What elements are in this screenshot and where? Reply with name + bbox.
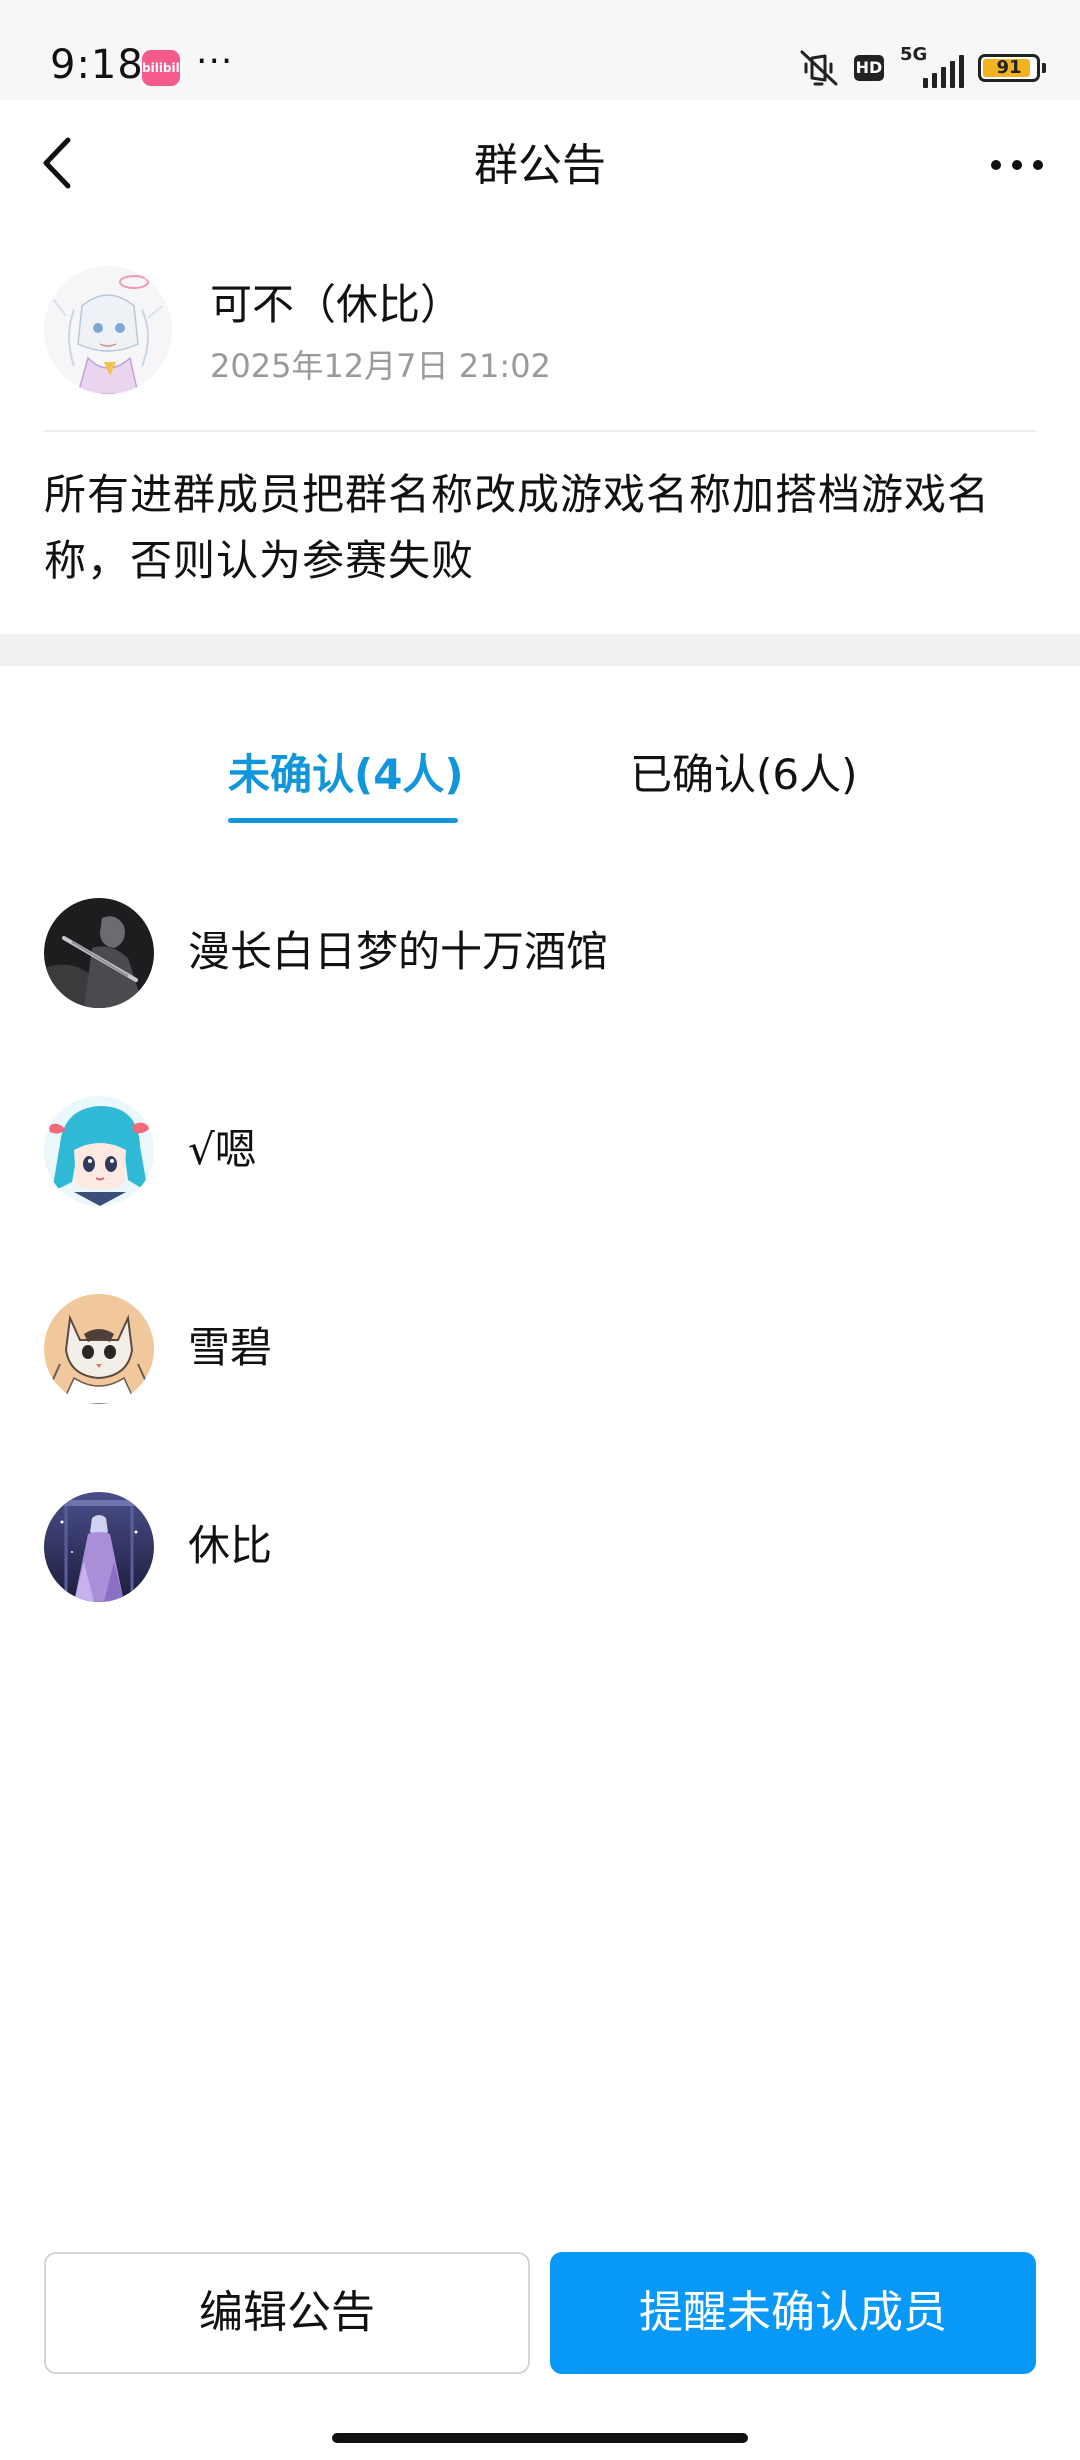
home-indicator[interactable] bbox=[332, 2433, 748, 2443]
status-more-icon: ··· bbox=[196, 41, 234, 82]
member-name: 雪碧 bbox=[188, 1323, 273, 1372]
remind-unconfirmed-button[interactable]: 提醒未确认成员 bbox=[550, 2252, 1036, 2374]
avatar bbox=[44, 898, 154, 1008]
avatar bbox=[44, 1096, 154, 1206]
avatar-image bbox=[44, 266, 172, 394]
section-separator bbox=[0, 634, 1080, 666]
mute-icon bbox=[798, 48, 840, 88]
member-name: 漫长白日梦的十万酒馆 bbox=[188, 927, 609, 976]
author-name: 可不（休比） bbox=[210, 280, 463, 329]
screen: 9:18 bilibili ··· HD 5G 91 群公告 可不（休比） 20… bbox=[0, 0, 1080, 2460]
list-item[interactable]: 雪碧 bbox=[0, 1286, 1080, 1484]
nav-bar: 群公告 bbox=[0, 100, 1080, 230]
member-name: 休比 bbox=[188, 1521, 273, 1570]
avatar bbox=[44, 1294, 154, 1404]
member-list: 漫长白日梦的十万酒馆 √嗯 雪碧 休比 bbox=[0, 890, 1080, 1682]
member-avatar-image bbox=[44, 1492, 154, 1602]
status-time: 9:18 bbox=[50, 42, 144, 88]
status-bar: 9:18 bilibili ··· HD 5G 91 bbox=[0, 0, 1080, 100]
member-name: √嗯 bbox=[188, 1125, 257, 1174]
avatar bbox=[44, 1492, 154, 1602]
divider bbox=[44, 430, 1036, 432]
page-title: 群公告 bbox=[474, 140, 606, 191]
active-tab-indicator bbox=[228, 818, 458, 823]
author-avatar[interactable] bbox=[44, 266, 172, 394]
announcement-timestamp: 2025年12月7日 21:02 bbox=[210, 347, 551, 385]
list-item[interactable]: 休比 bbox=[0, 1484, 1080, 1682]
member-avatar-image bbox=[44, 1294, 154, 1404]
battery-icon: 91 bbox=[978, 54, 1046, 82]
member-avatar-image bbox=[44, 898, 154, 1008]
status-icons: HD 5G 91 bbox=[798, 44, 1046, 92]
member-avatar-image bbox=[44, 1096, 154, 1206]
more-horizontal-icon bbox=[991, 160, 1043, 170]
bilibili-app-icon: bilibili bbox=[142, 50, 184, 86]
battery-level: 91 bbox=[996, 57, 1022, 78]
more-button[interactable] bbox=[982, 140, 1052, 190]
edit-announcement-button[interactable]: 编辑公告 bbox=[44, 2252, 530, 2374]
hd-icon: HD bbox=[854, 55, 884, 81]
announcement-body: 所有进群成员把群名称改成游戏名称加搭档游戏名称，否则认为参赛失败 bbox=[44, 470, 991, 585]
list-item[interactable]: 漫长白日梦的十万酒馆 bbox=[0, 890, 1080, 1088]
confirmation-tabs: 未确认(4人) 已确认(6人) bbox=[0, 730, 1080, 830]
announcement-author: 可不（休比） 2025年12月7日 21:02 bbox=[0, 230, 1080, 430]
list-item[interactable]: √嗯 bbox=[0, 1088, 1080, 1286]
signal-bars bbox=[923, 55, 964, 88]
tab-confirmed[interactable]: 已确认(6人) bbox=[630, 730, 858, 820]
tab-unconfirmed[interactable]: 未确认(4人) bbox=[228, 730, 464, 820]
signal-icon: 5G bbox=[898, 44, 964, 88]
